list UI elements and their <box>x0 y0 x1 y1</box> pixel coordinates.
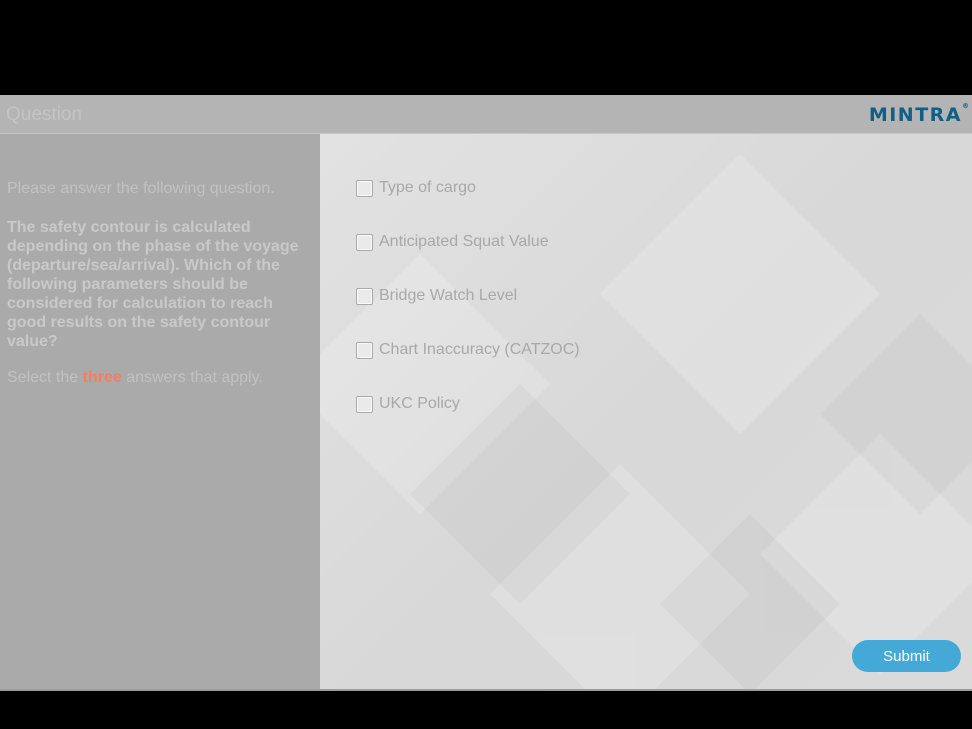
checkbox[interactable] <box>356 233 373 251</box>
select-suffix: answers that apply. <box>126 369 263 386</box>
logo-text: MINTRA <box>868 104 962 126</box>
select-prefix: Select the <box>7 369 79 386</box>
submit-button[interactable]: Submit <box>852 640 961 672</box>
checkbox[interactable] <box>356 395 373 413</box>
select-instruction: Select the three answers that apply. <box>7 369 263 387</box>
option-anticipated-squat-value[interactable]: Anticipated Squat Value <box>356 231 549 253</box>
divider <box>0 689 972 691</box>
option-bridge-watch-level[interactable]: Bridge Watch Level <box>356 285 517 307</box>
answers-panel: Type of cargo Anticipated Squat Value Br… <box>320 134 972 689</box>
header-bar: Question MINTRA® <box>0 95 972 134</box>
registered-mark: ® <box>962 102 969 110</box>
question-text: The safety contour is calculated dependi… <box>7 219 299 350</box>
option-label: Chart Inaccuracy (CATZOC) <box>379 341 580 358</box>
option-type-of-cargo[interactable]: Type of cargo <box>356 177 476 199</box>
quiz-slide: Question MINTRA® Please answer the follo… <box>0 95 972 691</box>
question-panel: Please answer the following question. Th… <box>0 134 320 690</box>
page-title: Question <box>6 104 83 125</box>
option-label: Anticipated Squat Value <box>379 233 549 250</box>
instruction-text: Please answer the following question. <box>7 180 275 197</box>
checkbox[interactable] <box>356 341 373 359</box>
checkbox[interactable] <box>356 287 373 305</box>
mintra-logo: MINTRA® <box>868 102 969 126</box>
option-ukc-policy[interactable]: UKC Policy <box>356 393 460 415</box>
option-chart-inaccuracy[interactable]: Chart Inaccuracy (CATZOC) <box>356 339 580 361</box>
checkbox[interactable] <box>356 179 373 197</box>
option-label: UKC Policy <box>379 395 460 412</box>
option-label: Type of cargo <box>379 179 476 196</box>
option-label: Bridge Watch Level <box>379 287 518 304</box>
select-count-emphasis: three <box>82 369 122 386</box>
